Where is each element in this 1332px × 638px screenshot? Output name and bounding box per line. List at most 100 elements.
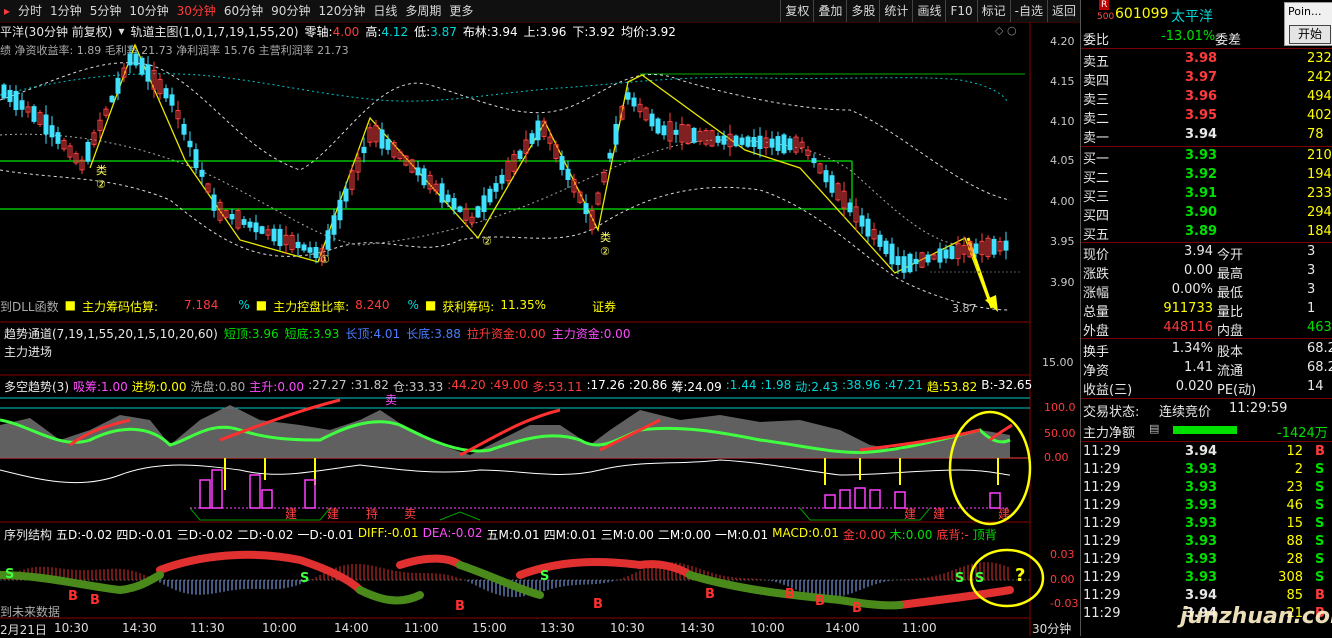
value-pair: 三M:0.00: [601, 526, 654, 543]
control-ratio-label: 主力控盘比率:: [273, 300, 350, 314]
value-key: 一M:: [715, 528, 742, 542]
candle-body: [49, 125, 55, 138]
popup-start-button[interactable]: 开始: [1289, 25, 1331, 44]
toolbar-button-4[interactable]: 画线: [912, 0, 945, 22]
period-tab-6[interactable]: 90分钟: [267, 0, 314, 22]
weicha-label: 委差: [1215, 33, 1242, 48]
multi-trend-panel[interactable]: 卖建建持卖建建建: [0, 393, 1032, 526]
period-tab-8[interactable]: 日线: [369, 0, 401, 22]
toolbar-button-1[interactable]: 叠加: [813, 0, 846, 22]
trend-panel-title[interactable]: 趋势通道(7,19,1,55,20,1,5,10,20,60): [4, 325, 218, 342]
sequence-panel[interactable]: SB BSBSBB B B BS S: [0, 548, 1045, 616]
multi-tick: 50.00: [1044, 427, 1076, 440]
period-tab-5[interactable]: 60分钟: [220, 0, 267, 22]
tick-row: 11:29 3.93 23 S: [1081, 479, 1332, 497]
period-tab-4[interactable]: 30分钟: [173, 0, 220, 22]
candle-body: [865, 218, 871, 237]
level-row[interactable]: 买二 3.92 194: [1081, 166, 1332, 186]
period-label[interactable]: 30分钟: [1032, 620, 1071, 637]
level-row[interactable]: 买四 3.90 294: [1081, 204, 1332, 224]
toolbar-button-5[interactable]: F10: [945, 0, 976, 22]
value-key: 金:: [842, 528, 859, 542]
period-tabs: 分时 1分钟 5分钟 10分钟 30分钟 60分钟 90分钟 120分钟 日线 多周期 更多: [14, 0, 477, 22]
level-row[interactable]: 卖四 3.97 242: [1081, 69, 1332, 89]
tick-qty: 85: [1286, 588, 1303, 603]
candle-body: [991, 238, 997, 255]
stat-value-2: 68.2: [1307, 360, 1332, 375]
candle-body: [811, 158, 817, 164]
level-price: 3.90: [1185, 205, 1218, 220]
toolbar-button-2[interactable]: 多股: [846, 0, 879, 22]
level-qty: 232: [1307, 51, 1332, 66]
candle-body: [445, 194, 451, 203]
level-qty: 294: [1307, 205, 1332, 220]
value-number: 2.43: [811, 380, 839, 394]
level-row[interactable]: 卖三 3.96 494: [1081, 88, 1332, 108]
level-qty: 184: [1307, 224, 1332, 239]
candle-body: [943, 249, 949, 259]
level-label: 买四: [1083, 209, 1110, 224]
value-number: 49.00: [493, 378, 529, 392]
green-baseline: [189, 507, 931, 521]
period-tab-2[interactable]: 5分钟: [86, 0, 126, 22]
multi-panel-title[interactable]: 多空趋势(3): [4, 378, 69, 395]
tick-row: 11:29 3.94 85 B: [1081, 587, 1332, 605]
candle-body: [877, 234, 883, 247]
period-tab-7[interactable]: 120分钟: [314, 0, 369, 22]
period-tab-0[interactable]: 分时: [14, 0, 46, 22]
value-number: 31.82: [354, 378, 389, 392]
tick-price: 3.93: [1185, 534, 1218, 549]
period-tab-10[interactable]: 更多: [445, 0, 477, 22]
level-label: 卖三: [1083, 93, 1110, 108]
trade-state-row: 交易状态: 连续竞价 11:29:59: [1081, 400, 1332, 420]
value-key: 二M:: [657, 528, 685, 542]
net-flow-menu-icon[interactable]: ▤: [1149, 422, 1159, 435]
price-panel[interactable]: [0, 43, 1025, 312]
period-tab-1[interactable]: 1分钟: [46, 0, 86, 22]
tick-row: 11:29 3.94 12 B: [1081, 443, 1332, 461]
value-pair: 吸筹:1.00: [73, 378, 128, 395]
candle-body: [583, 203, 589, 215]
stat-row: 现价 3.94 今开 3: [1081, 243, 1332, 263]
candle-body: [19, 100, 25, 110]
candle-body: [127, 53, 133, 66]
value-key: MACD:: [772, 526, 813, 540]
level-row[interactable]: 卖一 3.94 78: [1081, 126, 1332, 146]
level-row[interactable]: 卖五 3.98 232: [1081, 50, 1332, 70]
toolbar-button-6[interactable]: 标记: [976, 0, 1010, 22]
time-tick: 15:00: [472, 621, 507, 635]
candle-body: [1, 84, 7, 99]
value-pair: 木:0.00: [890, 526, 933, 543]
level-row[interactable]: 买三 3.91 233: [1081, 185, 1332, 205]
stat-value-2: 3: [1307, 263, 1316, 278]
candle-body: [451, 198, 457, 210]
level-row[interactable]: 买五 3.89 184: [1081, 223, 1332, 243]
toolbar-button-0[interactable]: 复权: [780, 0, 813, 22]
toolbar-button-3[interactable]: 统计: [879, 0, 912, 22]
period-tab-9[interactable]: 多周期: [401, 0, 445, 22]
period-tab-3[interactable]: 10分钟: [125, 0, 172, 22]
level-label: 卖五: [1083, 55, 1110, 70]
stat-label: 净资: [1083, 364, 1110, 379]
candle-body: [313, 246, 319, 259]
price-tick: 4.05: [1050, 154, 1075, 167]
trend-panel-header: 趋势通道(7,19,1,55,20,1,5,10,20,60) 短顶:3.96 短…: [4, 325, 630, 342]
level-row[interactable]: 买一 3.93 210: [1081, 147, 1332, 167]
stock-code: 601099: [1115, 6, 1169, 22]
tick-direction: S: [1315, 534, 1325, 549]
multi-panel-header: 多空趋势(3) 吸筹:1.00 进场:0.00 洗盘:0.80 主升:0.00:27.…: [4, 378, 1032, 395]
candle-body: [493, 183, 499, 192]
toolbar-menu-icon[interactable]: ▸: [0, 0, 14, 22]
candle-body: [169, 94, 175, 106]
level-row[interactable]: 卖二 3.95 402: [1081, 107, 1332, 127]
signal-letter: B: [705, 587, 715, 602]
value-pair: DIFF:-0.01: [358, 526, 419, 543]
seq-panel-title[interactable]: 序列结构: [4, 526, 52, 543]
toolbar-button-8[interactable]: 返回: [1046, 0, 1080, 22]
candle-body: [457, 206, 463, 212]
multi-tick: 100.0: [1044, 401, 1076, 414]
seq-tick: 0.00: [1050, 573, 1075, 586]
value-pair: 趋:53.82: [927, 378, 977, 395]
stat-label: 总量: [1083, 305, 1110, 320]
toolbar-button-7[interactable]: -自选: [1009, 0, 1047, 22]
